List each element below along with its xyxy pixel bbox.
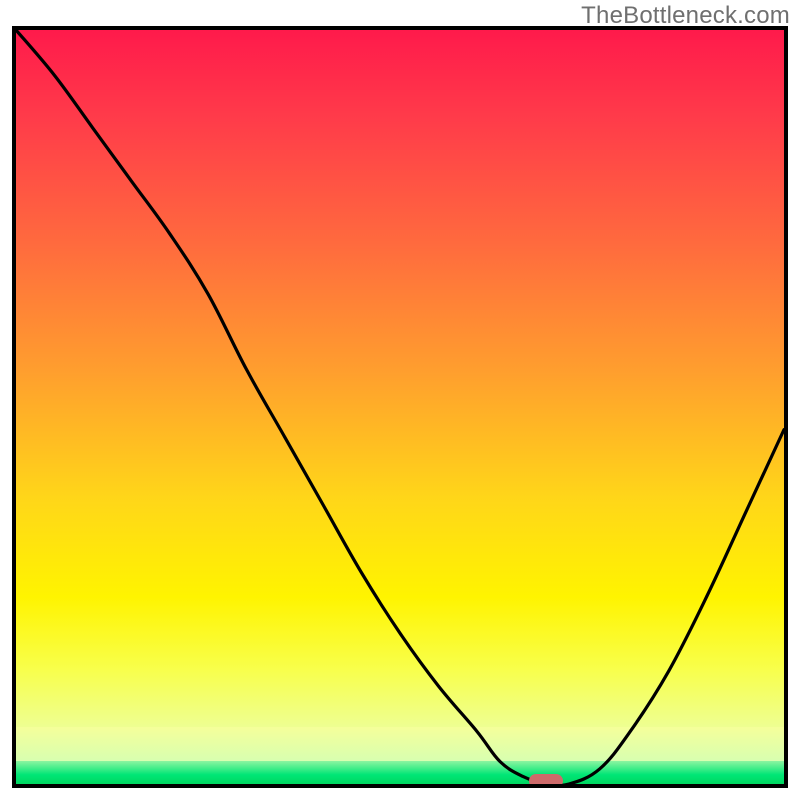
chart-frame: TheBottleneck.com [0,0,800,800]
bottleneck-curve [16,30,784,784]
watermark-text: TheBottleneck.com [581,2,790,30]
optimal-point-marker [529,774,563,788]
plot-area [12,26,788,788]
